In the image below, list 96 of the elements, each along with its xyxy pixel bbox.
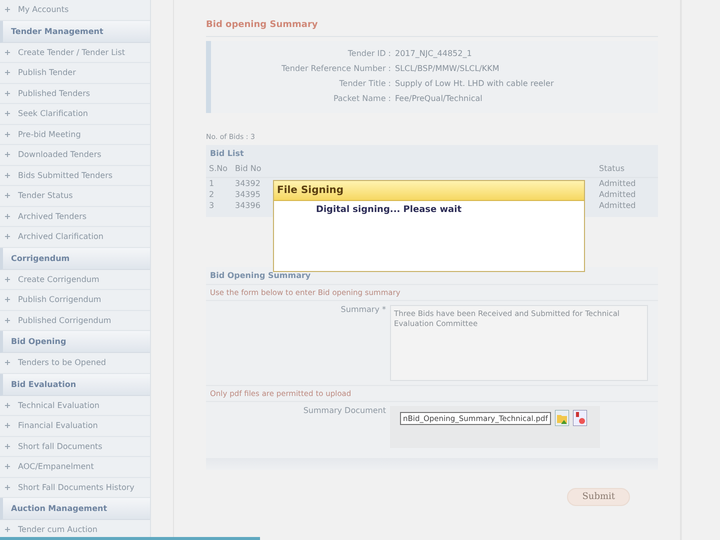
sidebar-item[interactable]: Technical Evaluation	[0, 396, 150, 416]
column-header: Status	[596, 160, 658, 178]
sidebar-item[interactable]: Downloaded Tenders	[0, 145, 150, 166]
plus-icon	[5, 527, 10, 532]
plus-icon	[5, 464, 10, 470]
submit-button[interactable]: Submit	[567, 488, 630, 506]
sidebar-item-label[interactable]: Tender Status	[18, 191, 73, 200]
sidebar-item[interactable]: Pre-bid Meeting	[0, 124, 150, 145]
sidebar-item[interactable]: Create Corrigendum	[0, 270, 150, 290]
field-label: Tender Title :	[338, 79, 391, 88]
section-title: Bid List	[209, 148, 245, 160]
sidebar-item-label[interactable]: AOC/Empanelment	[18, 462, 94, 472]
plus-icon	[5, 214, 10, 219]
plus-icon	[5, 90, 10, 96]
sidebar-item-label[interactable]: Short fall Documents	[18, 442, 102, 451]
sidebar-item[interactable]: Seek Clarification	[0, 104, 150, 124]
plus-icon	[5, 360, 10, 366]
plus-icon	[5, 297, 10, 302]
sidebar-item[interactable]: Published Tenders	[0, 84, 150, 104]
plus-icon	[5, 423, 10, 428]
remove-file-icon[interactable]	[572, 410, 587, 426]
plus-icon	[5, 234, 10, 240]
sidebar-section-header: Auction Management	[0, 498, 150, 520]
table-cell-text: 34396	[234, 200, 262, 211]
table-cell-text: Admitted	[598, 178, 637, 189]
dialog-message: Digital signing... Please wait	[315, 204, 463, 215]
plus-icon	[5, 152, 10, 158]
field-label: Tender ID :	[346, 49, 391, 58]
sidebar-item-label[interactable]: Short Fall Documents History	[18, 482, 134, 492]
column-header: Bid No	[232, 160, 282, 178]
sidebar-item-label[interactable]: Archived Tenders	[18, 212, 87, 221]
sidebar-item-label[interactable]: Seek Clarification	[18, 109, 88, 118]
plus-icon	[5, 276, 10, 282]
sidebar-item-label[interactable]: Create Tender / Tender List	[18, 48, 126, 57]
plus-icon	[5, 172, 10, 178]
table-cell-text: Admitted	[598, 189, 637, 200]
sidebar-item[interactable]: Publish Corrigendum	[0, 290, 150, 310]
sidebar-item-label[interactable]: Archived Clarification	[18, 232, 104, 242]
field-value: SLCL/BSP/MMW/SLCL/KKM	[395, 64, 500, 73]
sidebar-item-label[interactable]: Published Corrigendum	[18, 316, 112, 325]
dialog-title: File Signing	[274, 181, 584, 201]
plus-icon	[5, 132, 10, 137]
plus-icon	[5, 7, 10, 12]
sidebar-item-label[interactable]: Tenders to be Opened	[18, 358, 106, 368]
sidebar-item[interactable]: Archived Tenders	[0, 206, 150, 227]
sidebar-item[interactable]: Published Corrigendum	[0, 310, 150, 331]
sidebar-item-label[interactable]: Published Tenders	[18, 88, 90, 98]
sidebar-item-label[interactable]: Technical Evaluation	[18, 400, 100, 410]
field-label: Summary Document	[302, 406, 386, 417]
sidebar-item[interactable]: Tenders to be Opened	[0, 353, 150, 374]
folder-upload-icon[interactable]	[554, 410, 569, 426]
column-header: S.No	[206, 160, 232, 178]
plus-icon	[5, 50, 10, 55]
plus-icon	[5, 193, 10, 198]
table-cell-text: 34395	[234, 189, 262, 200]
field-label: Packet Name :	[332, 94, 391, 103]
plus-icon	[5, 444, 10, 449]
table-cell-text: Admitted	[598, 200, 637, 211]
sidebar-item-label[interactable]: Create Corrigendum	[18, 274, 100, 284]
sidebar-section-header: Bid Evaluation	[0, 374, 150, 396]
sidebar-item-label[interactable]: Downloaded Tenders	[18, 150, 102, 160]
plus-icon	[5, 70, 10, 76]
sidebar-item[interactable]: Bids Submitted Tenders	[0, 166, 150, 186]
plus-icon	[5, 111, 10, 116]
field-label: Summary *	[340, 305, 386, 316]
plus-icon	[5, 318, 10, 323]
sidebar-item-label[interactable]: Tender cum Auction	[18, 525, 98, 534]
sidebar-item-label[interactable]: Pre-bid Meeting	[18, 130, 81, 139]
sidebar-item[interactable]: Tender Status	[0, 186, 150, 206]
field-value: 2017_NJC_44852_1	[395, 49, 473, 58]
sidebar-item[interactable]: AOC/Empanelment	[0, 457, 150, 478]
table-cell-text: 34392	[234, 178, 262, 189]
sidebar-item-label[interactable]: Financial Evaluation	[18, 421, 98, 430]
sidebar-item[interactable]: Archived Clarification	[0, 227, 150, 248]
field-value: Supply of Low Ht. LHD with cable reeler	[395, 79, 555, 88]
table-cell-text: 2	[208, 189, 216, 200]
sidebar-item-label[interactable]: Publish Tender	[18, 68, 76, 78]
plus-icon	[5, 484, 10, 490]
sidebar-item[interactable]: Publish Tender	[0, 63, 150, 84]
sidebar-item-label[interactable]: Publish Corrigendum	[18, 295, 102, 304]
sidebar-section-header: Bid Opening	[0, 331, 150, 353]
sidebar-section-header: Corrigendum	[0, 248, 150, 270]
table-cell-text: 3	[208, 200, 216, 211]
field-label: Tender Reference Number :	[280, 64, 391, 73]
sidebar-item[interactable]: Short fall Documents	[0, 436, 150, 457]
sidebar-item[interactable]: Short Fall Documents History	[0, 478, 150, 498]
field-value: Fee/PreQual/Technical	[395, 94, 484, 103]
plus-icon	[5, 402, 10, 408]
sidebar-item-label[interactable]: Bids Submitted Tenders	[18, 170, 113, 180]
table-cell-text: 1	[208, 178, 216, 189]
sidebar-section-header: Tender Management	[0, 20, 150, 42]
page-title: Bid opening Summary	[206, 16, 658, 37]
sidebar-item[interactable]: My Accounts	[0, 0, 150, 20]
sidebar-item-label[interactable]: My Accounts	[18, 5, 69, 14]
sidebar-item[interactable]: Financial Evaluation	[0, 416, 150, 436]
sidebar-item[interactable]: Create Tender / Tender List	[0, 42, 150, 63]
